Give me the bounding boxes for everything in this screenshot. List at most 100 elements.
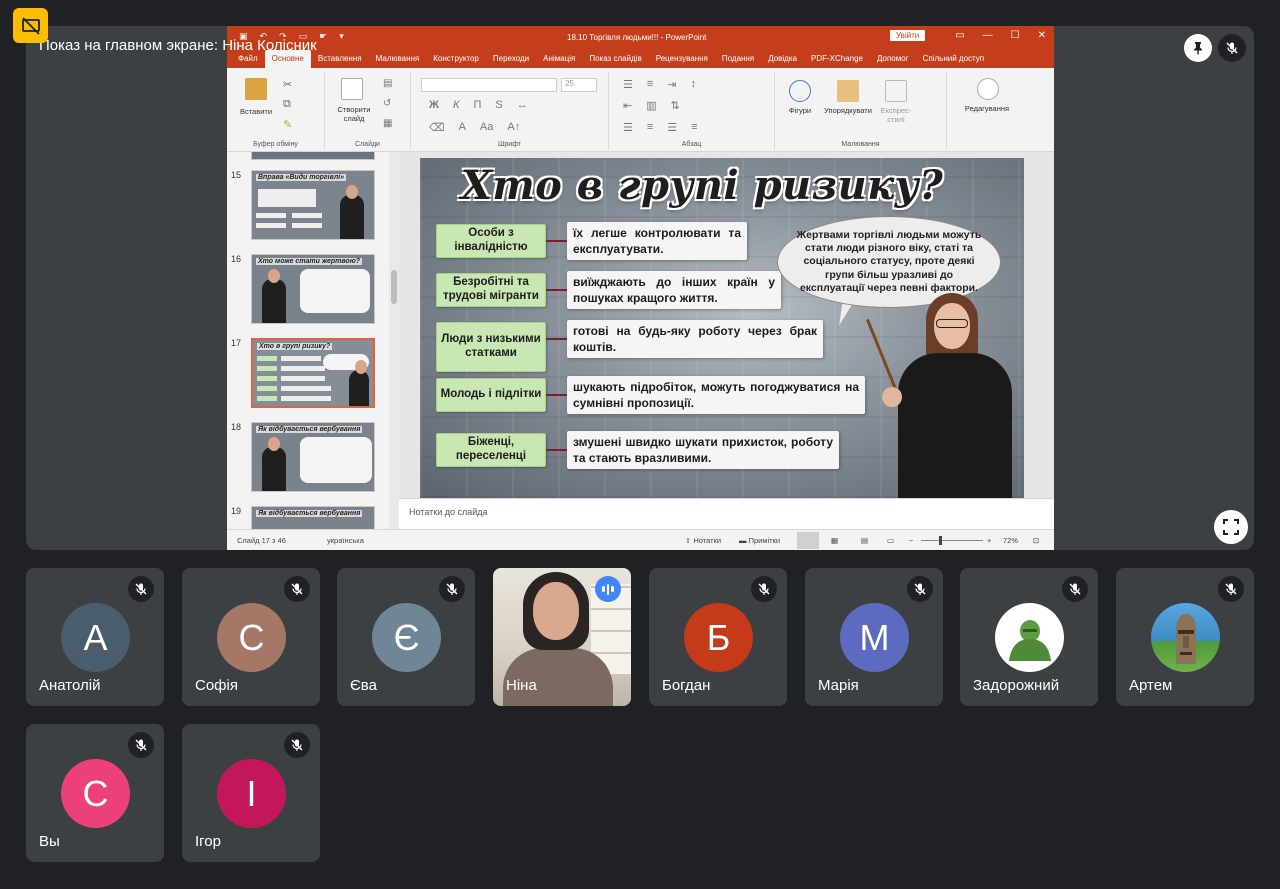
participant-tile[interactable]: Ніна [493, 568, 631, 706]
participant-tile[interactable]: М Марія [805, 568, 943, 706]
bullets-icon[interactable]: ☰ [623, 78, 633, 91]
char-spacing-icon[interactable]: ↔ [517, 99, 528, 111]
zoom-slider[interactable] [921, 540, 983, 541]
quick-styles-label[interactable]: Експрес-стилі [873, 106, 919, 124]
fit-slide-icon[interactable]: ⊡ [1033, 536, 1039, 545]
signin-button[interactable]: Увійти [890, 30, 926, 41]
current-slide[interactable]: Хто в групі ризику? Особи з інвалідністю… [420, 158, 1024, 498]
paste-label[interactable]: Вставити [233, 107, 279, 116]
reading-view-icon[interactable]: ▤ [861, 536, 868, 545]
thumbnail-number: 15 [231, 170, 242, 180]
shapes-icon[interactable] [789, 80, 811, 102]
slide-thumbnail[interactable]: Як відбувається вербування [251, 422, 375, 492]
tab-help[interactable]: Довідка [761, 54, 804, 68]
risk-description: змушені швидко шукати прихисток, роботу … [567, 431, 839, 470]
copy-icon[interactable]: ⧉ [283, 98, 291, 111]
new-slide-icon[interactable] [341, 78, 363, 100]
tab-view[interactable]: Подання [715, 54, 761, 68]
slide-thumbnail-selected[interactable]: Хто в групі ризику? [251, 338, 375, 408]
numbering-icon[interactable]: ≡ [647, 78, 653, 91]
customize-qat-icon[interactable]: ▾ [339, 31, 344, 42]
slide-sorter-icon[interactable]: ▦ [831, 536, 838, 545]
presentation-status-button[interactable] [13, 8, 48, 43]
slide-thumbnail[interactable]: Хто може стати жертвою? [251, 254, 375, 324]
normal-view-button[interactable] [797, 532, 819, 549]
thumbnails-scrollbar[interactable] [389, 152, 399, 529]
tab-pdf-xchange[interactable]: PDF-XChange [804, 54, 870, 68]
slideshow-view-icon[interactable]: ▭ [887, 536, 894, 545]
fullscreen-button[interactable] [1214, 510, 1248, 544]
participant-tile[interactable]: Є Єва [337, 568, 475, 706]
font-color-icon[interactable]: A [459, 121, 466, 134]
participant-tile[interactable]: Задорожний [960, 568, 1098, 706]
participant-tile[interactable]: Б Богдан [649, 568, 787, 706]
format-painter-icon[interactable]: ✎ [283, 118, 292, 131]
avatar-initial: І [246, 772, 257, 814]
bold-icon[interactable]: Ж [429, 99, 439, 111]
text-direction-icon[interactable]: ⇅ [671, 99, 680, 112]
slide-thumbnail[interactable]: Вправа «Види торгівлі» [251, 170, 375, 240]
tab-slideshow[interactable]: Показ слайдів [582, 54, 648, 68]
quick-styles-icon[interactable] [885, 80, 907, 102]
zoom-in-icon[interactable]: + [987, 536, 991, 545]
font-family-dropdown[interactable] [421, 78, 557, 92]
zoom-out-icon[interactable]: − [909, 536, 913, 545]
paste-icon[interactable] [245, 78, 267, 100]
search-icon[interactable] [977, 78, 999, 100]
editing-label[interactable]: Редагування [955, 104, 1019, 113]
change-case-icon[interactable]: Aa [480, 121, 493, 134]
notes-pane[interactable]: Нотатки до слайда [399, 498, 1054, 529]
align-center-icon[interactable]: ≡ [647, 121, 653, 134]
arrange-icon[interactable] [837, 80, 859, 102]
cut-icon[interactable]: ✂ [283, 78, 292, 91]
ribbon-display-icon[interactable]: ▭ [955, 30, 964, 41]
slide-thumbnail[interactable]: Як відбувається вербування [251, 506, 375, 529]
layout-icon[interactable]: ▤ [383, 78, 392, 89]
tab-file[interactable]: Файл [231, 54, 265, 68]
tab-tell-me[interactable]: Допомог [870, 54, 916, 68]
line-spacing-icon[interactable]: ↕ [691, 78, 697, 91]
reset-icon[interactable]: ↺ [383, 98, 391, 109]
comments-toggle-button[interactable]: ▬ Примітки [739, 536, 780, 545]
tab-share[interactable]: Спільний доступ [916, 54, 992, 68]
strikethrough-icon[interactable]: S [495, 99, 502, 111]
language-indicator[interactable]: українська [327, 536, 364, 545]
slide-thumbnail[interactable] [251, 152, 375, 160]
tab-design[interactable]: Конструктор [426, 54, 486, 68]
touch-mode-icon[interactable]: ☛ [319, 31, 327, 42]
shapes-label[interactable]: Фігури [779, 106, 821, 115]
section-icon[interactable]: ▦ [383, 118, 392, 129]
tab-draw[interactable]: Малювання [369, 54, 427, 68]
tab-animations[interactable]: Анімація [536, 54, 582, 68]
participant-tile[interactable]: А Анатолій [26, 568, 164, 706]
underline-icon[interactable]: П [473, 99, 481, 111]
grow-font-icon[interactable]: A↑ [507, 121, 520, 134]
tab-review[interactable]: Рецензування [649, 54, 715, 68]
columns-icon[interactable]: ▥ [646, 99, 656, 112]
zoom-level[interactable]: 72% [1003, 536, 1018, 545]
tab-insert[interactable]: Вставлення [311, 54, 369, 68]
close-icon[interactable]: ✕ [1038, 30, 1046, 41]
align-left-icon[interactable]: ☰ [623, 121, 633, 134]
zoom-slider-thumb[interactable] [939, 536, 942, 545]
scrollbar-handle[interactable] [391, 270, 397, 304]
decrease-indent-icon[interactable]: ⇤ [623, 99, 632, 112]
indent-icon[interactable]: ⇥ [667, 78, 676, 91]
notes-toggle-button[interactable]: ⇧ Нотатки [685, 536, 721, 545]
pin-button[interactable] [1184, 34, 1212, 62]
participant-tile[interactable]: С Софія [182, 568, 320, 706]
tab-transitions[interactable]: Переходи [486, 54, 536, 68]
italic-icon[interactable]: К [453, 99, 459, 111]
drawing-group-label: Малювання [841, 141, 880, 148]
clear-format-icon[interactable]: ⌫ [429, 121, 445, 134]
arrange-label[interactable]: Упорядкувати [817, 106, 879, 115]
minimize-icon[interactable]: — [983, 30, 993, 41]
maximize-icon[interactable]: ☐ [1011, 30, 1020, 41]
participant-tile[interactable]: І Ігор [182, 724, 320, 862]
justify-icon[interactable]: ≡ [691, 121, 697, 134]
new-slide-label[interactable]: Створити слайд [329, 105, 379, 123]
align-right-icon[interactable]: ☰ [667, 121, 677, 134]
participant-tile[interactable]: С Вы [26, 724, 164, 862]
participant-tile[interactable]: Артем [1116, 568, 1254, 706]
font-size-dropdown[interactable]: 25 [561, 78, 597, 92]
